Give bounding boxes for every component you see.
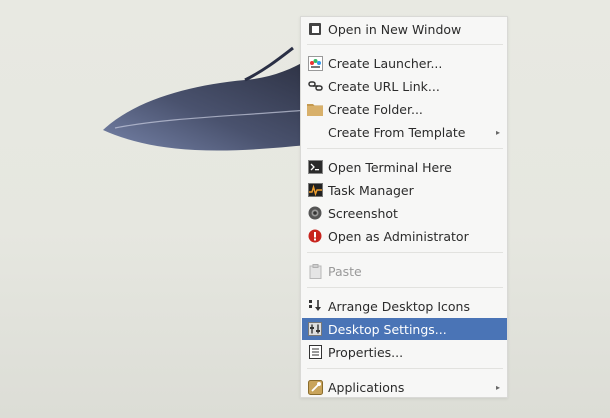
- menu-item-create-from-template[interactable]: Create From Template ▸: [302, 121, 507, 143]
- menu-item-desktop-settings[interactable]: Desktop Settings...: [302, 318, 507, 340]
- arrange-icon: [307, 298, 323, 314]
- menu-item-label: Create From Template: [328, 124, 466, 140]
- submenu-arrow-icon: ▸: [495, 127, 500, 137]
- menu-item-label: Paste: [328, 263, 362, 279]
- url-link-icon: [307, 78, 323, 94]
- applications-icon: [307, 379, 323, 395]
- menu-item-label: Open as Administrator: [328, 228, 469, 244]
- menu-item-label: Create URL Link...: [328, 78, 440, 94]
- menu-item-label: Applications: [328, 379, 405, 395]
- menu-item-label: Open in New Window: [328, 21, 462, 37]
- menu-item-label: Arrange Desktop Icons: [328, 298, 470, 314]
- settings-icon: [307, 321, 323, 337]
- properties-icon: [307, 344, 323, 360]
- launcher-icon: [307, 55, 323, 71]
- menu-item-create-url-link[interactable]: Create URL Link...: [302, 75, 507, 97]
- terminal-icon: [307, 159, 323, 175]
- menu-separator: [307, 252, 503, 253]
- menu-item-applications[interactable]: Applications ▸: [302, 376, 507, 398]
- menu-item-label: Properties...: [328, 344, 404, 360]
- camera-icon: [307, 205, 323, 221]
- menu-item-label: Desktop Settings...: [328, 321, 447, 337]
- menu-item-label: Open Terminal Here: [328, 159, 452, 175]
- desktop-context-menu: Open in New Window Create Launcher... Cr…: [300, 16, 508, 398]
- submenu-arrow-icon: ▸: [495, 382, 500, 392]
- menu-item-label: Create Folder...: [328, 101, 423, 117]
- menu-item-label: Task Manager: [328, 182, 414, 198]
- menu-item-label: Create Launcher...: [328, 55, 443, 71]
- folder-icon: [307, 101, 323, 117]
- menu-separator: [307, 368, 503, 369]
- menu-item-screenshot[interactable]: Screenshot: [302, 202, 507, 224]
- menu-item-open-as-administrator[interactable]: Open as Administrator: [302, 225, 507, 247]
- paste-icon: [307, 263, 323, 279]
- menu-item-open-terminal-here[interactable]: Open Terminal Here: [302, 156, 507, 178]
- menu-item-paste: Paste: [302, 260, 507, 282]
- menu-separator: [307, 148, 503, 149]
- menu-separator: [307, 287, 503, 288]
- menu-item-task-manager[interactable]: Task Manager: [302, 179, 507, 201]
- menu-item-arrange-desktop-icons[interactable]: Arrange Desktop Icons: [302, 295, 507, 317]
- menu-item-create-folder[interactable]: Create Folder...: [302, 98, 507, 120]
- feather-wallpaper-image: [103, 46, 308, 151]
- task-manager-icon: [307, 182, 323, 198]
- admin-icon: [307, 228, 323, 244]
- menu-separator: [307, 44, 503, 45]
- menu-item-label: Screenshot: [328, 205, 398, 221]
- menu-item-open-in-new-window[interactable]: Open in New Window: [302, 18, 507, 40]
- menu-item-create-launcher[interactable]: Create Launcher...: [302, 52, 507, 74]
- menu-item-properties[interactable]: Properties...: [302, 341, 507, 363]
- window-icon: [307, 21, 323, 37]
